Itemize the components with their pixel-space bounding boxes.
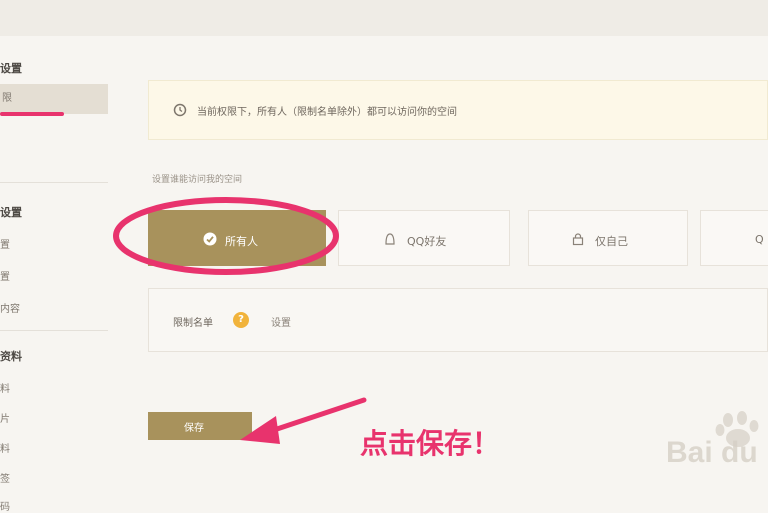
arrow-shaft bbox=[265, 397, 367, 435]
baidu-watermark: Bai du bbox=[662, 410, 768, 490]
annotation-text: 点击保存！ bbox=[360, 427, 501, 460]
highlight-ellipse bbox=[113, 197, 339, 275]
watermark-text: Bai du bbox=[666, 436, 758, 469]
arrow-head-icon bbox=[240, 416, 280, 444]
